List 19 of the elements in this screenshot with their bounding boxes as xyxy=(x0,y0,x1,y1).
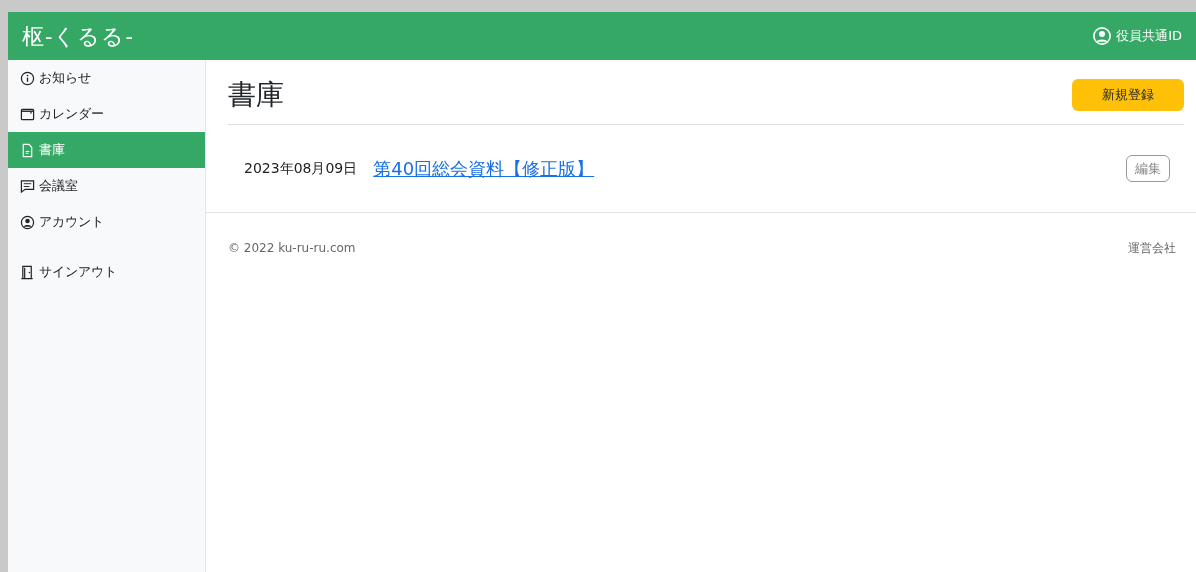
edit-button[interactable]: 編集 xyxy=(1126,154,1170,183)
sidebar-item[interactable]: アカウント xyxy=(8,204,205,240)
person-circle-icon xyxy=(20,214,35,230)
calendar-icon xyxy=(20,106,35,122)
document-link[interactable]: 第40回総会資料【修正版】 xyxy=(373,154,595,182)
sidebar-item[interactable]: 会議室 xyxy=(8,168,205,204)
chat-icon xyxy=(20,178,35,194)
info-icon xyxy=(20,70,35,86)
new-registration-button[interactable]: 新規登録 xyxy=(1072,79,1184,111)
document-icon xyxy=(20,142,35,158)
document-date: 2023年08月09日 xyxy=(244,158,358,178)
person-circle-icon xyxy=(1092,26,1113,46)
sidebar-item[interactable]: お知らせ xyxy=(8,60,205,96)
door-icon xyxy=(20,264,35,280)
sidebar-item[interactable]: カレンダー xyxy=(8,96,205,132)
sidebar-item[interactable]: サインアウト xyxy=(8,254,205,290)
copyright-text: © 2022 ku-ru-ru.com xyxy=(228,240,356,258)
company-link[interactable]: 運営会社 xyxy=(1128,239,1176,258)
page-title: 書庫 xyxy=(228,78,284,112)
